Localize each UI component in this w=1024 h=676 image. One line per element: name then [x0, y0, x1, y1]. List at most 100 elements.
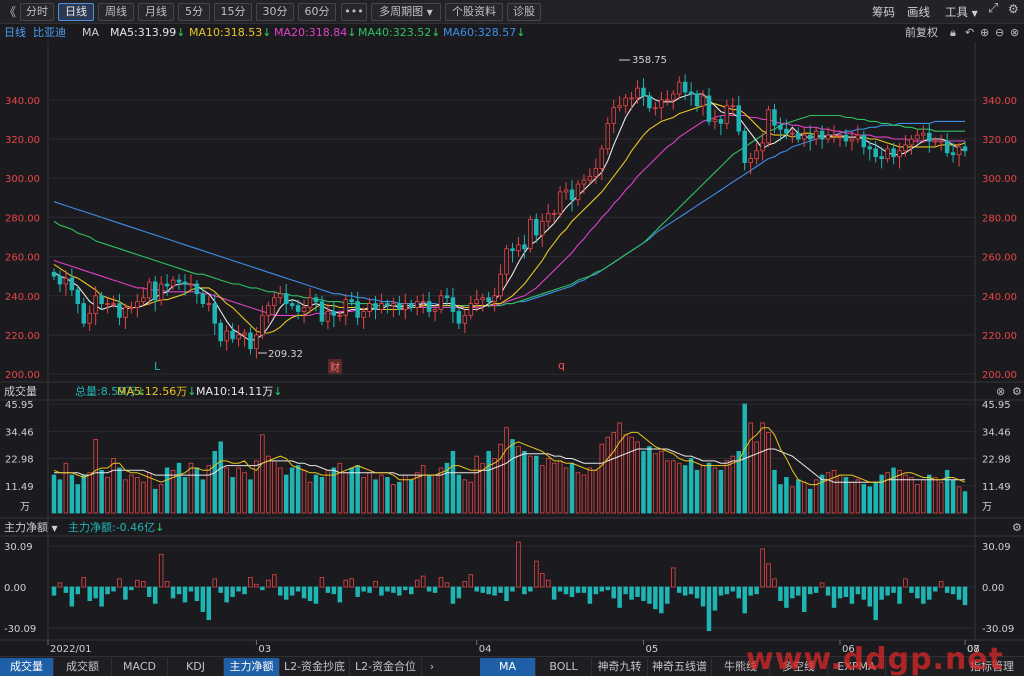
- candle-body: [218, 322, 223, 342]
- event-marker-q[interactable]: q: [558, 359, 565, 372]
- volume-bar: [915, 484, 920, 514]
- flow-tick-right: -30.09: [982, 624, 1014, 635]
- candle-body: [391, 303, 396, 306]
- net-flow-bar: [617, 586, 622, 608]
- volume-bar: [837, 474, 843, 514]
- event-marker-cai[interactable]: 财: [330, 361, 340, 374]
- candle-body: [242, 332, 247, 336]
- candle-body: [944, 140, 950, 154]
- net-flow-bar: [635, 586, 640, 597]
- candle-body: [599, 148, 605, 169]
- tab-macd[interactable]: MACD: [112, 658, 168, 676]
- candle-body: [135, 301, 140, 308]
- event-marker-l[interactable]: L: [154, 360, 161, 373]
- net-flow-bar: [712, 586, 718, 611]
- net-flow-bar: [462, 581, 468, 588]
- candle-body: [867, 146, 872, 150]
- net-flow-bar: [629, 586, 634, 600]
- net-flow-bar: [867, 586, 872, 607]
- volume-bar: [796, 479, 801, 514]
- tab-bar-next-icon[interactable]: ›: [424, 658, 440, 676]
- settings-icon[interactable]: ⚙: [1012, 384, 1022, 400]
- candle-body: [87, 312, 92, 324]
- volume-bar: [69, 474, 75, 514]
- tab-turnover[interactable]: 成交额: [54, 658, 112, 676]
- tab-nine-turn[interactable]: 神奇九转: [592, 658, 648, 676]
- net-flow-bar: [117, 578, 122, 588]
- candle-body: [206, 303, 212, 305]
- candle-body: [581, 179, 587, 185]
- net-flow-bar: [819, 582, 825, 588]
- tab-l2-fund-position[interactable]: L2-资金合位: [350, 658, 422, 676]
- volume-bar: [879, 474, 884, 514]
- volume-ma5-text: MA5:12.56万: [117, 385, 188, 398]
- candle-body: [718, 119, 724, 124]
- candle-body: [825, 134, 831, 140]
- volume-bar: [218, 441, 223, 514]
- tab-five-line[interactable]: 神奇五线谱: [648, 658, 712, 676]
- flow-value-text: 主力净额:-0.46亿: [68, 521, 156, 534]
- net-flow-bar: [135, 579, 140, 588]
- volume-label[interactable]: 成交量: [4, 384, 37, 400]
- net-flow-bar: [516, 541, 521, 588]
- flow-tick-left: -30.09: [4, 624, 36, 635]
- volume-bar: [778, 484, 783, 514]
- high-price-label: 358.75: [632, 55, 667, 66]
- tab-l2-bottom-fishing[interactable]: L2-资金抄底: [280, 658, 350, 676]
- candle-body: [397, 303, 402, 310]
- price-tick-left: 300.00: [5, 174, 40, 185]
- tab-net-flow[interactable]: 主力净额: [224, 658, 280, 676]
- volume-bar: [885, 472, 890, 514]
- volume-bar: [289, 467, 295, 514]
- net-flow-bar: [343, 579, 348, 588]
- net-flow-bar: [593, 586, 599, 595]
- candle-body: [563, 189, 569, 193]
- flow-tick-left: 30.09: [4, 542, 33, 553]
- candle-body: [897, 150, 902, 158]
- volume-bar: [319, 477, 325, 514]
- candle-body: [593, 168, 599, 177]
- chart-canvas[interactable]: 340.00 340.00 320.00 320.00 300.00 300.00 280.…: [0, 0, 1024, 656]
- settings-icon[interactable]: ⚙: [1012, 520, 1022, 536]
- volume-bar: [617, 422, 622, 514]
- tab-volume[interactable]: 成交量: [0, 658, 54, 676]
- net-flow-bar: [927, 586, 932, 600]
- candle-body: [807, 134, 813, 140]
- candle-body: [849, 138, 855, 142]
- net-flow-bar: [528, 586, 533, 592]
- volume-bar: [772, 469, 777, 514]
- candle-body: [629, 97, 634, 100]
- volume-bar: [283, 474, 289, 514]
- tab-boll[interactable]: BOLL: [536, 658, 592, 676]
- flow-label-dropdown[interactable]: 主力净额 ▼: [4, 520, 58, 537]
- tab-ma[interactable]: MA: [480, 658, 536, 676]
- net-flow-bar: [218, 586, 223, 593]
- price-tick-right: 340.00: [982, 96, 1017, 107]
- net-flow-bar: [236, 586, 241, 592]
- candle-body: [516, 244, 521, 252]
- volume-bar: [278, 467, 283, 514]
- volume-bar: [718, 469, 724, 514]
- candle-body: [742, 130, 747, 163]
- candle-body: [200, 293, 206, 304]
- close-icon[interactable]: ⊗: [996, 384, 1005, 400]
- candle-body: [230, 330, 235, 340]
- candle-body: [51, 271, 57, 277]
- volume-bar: [486, 450, 491, 514]
- candle-body: [283, 293, 289, 304]
- net-flow-bar: [93, 586, 98, 599]
- price-tick-left: 320.00: [5, 135, 40, 146]
- volume-bar: [206, 465, 212, 514]
- volume-bar: [694, 469, 700, 514]
- volume-bar: [855, 479, 861, 514]
- volume-bar: [105, 477, 110, 514]
- candle-body: [676, 81, 682, 95]
- net-flow-bar: [534, 560, 539, 588]
- candle-body: [325, 311, 331, 322]
- tab-kdj[interactable]: KDJ: [168, 658, 224, 676]
- volume-bar: [176, 462, 182, 514]
- candle-body: [224, 330, 229, 342]
- candle-body: [105, 303, 110, 305]
- net-flow-bar: [391, 586, 396, 593]
- net-flow-bar: [111, 586, 116, 592]
